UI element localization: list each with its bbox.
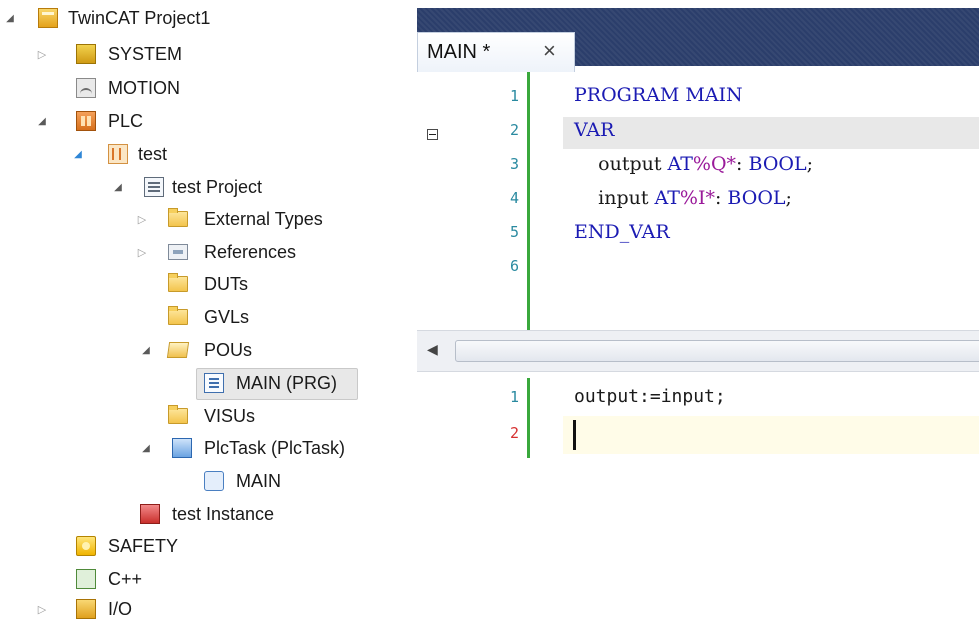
cpp-icon: [76, 569, 96, 589]
plc-icon: [76, 111, 96, 131]
collapsed-triangle-icon[interactable]: ▷: [36, 48, 48, 61]
references-icon: [168, 244, 188, 260]
program-icon: [204, 373, 224, 393]
tree-item-label: TwinCAT Project1: [68, 8, 211, 28]
system-icon: [76, 44, 96, 64]
tree-item-label: SAFETY: [108, 536, 179, 556]
tree-item-cpp[interactable]: C++: [0, 565, 400, 593]
line-number: 2: [509, 424, 519, 442]
tree-item-duts[interactable]: DUTs: [0, 270, 400, 298]
line-number: 4: [509, 189, 519, 207]
line-number: 1: [509, 87, 519, 105]
folder-icon: [168, 405, 188, 424]
line-number: 6: [509, 257, 519, 275]
code-line: VAR: [574, 119, 615, 141]
code-line: input AT%I*: BOOL;: [574, 187, 792, 209]
change-marker: [527, 378, 530, 458]
tree-item-gvls[interactable]: GVLs: [0, 303, 400, 331]
tree-item-label: PlcTask (PlcTask): [204, 438, 346, 458]
tree-item-label: VISUs: [204, 406, 256, 426]
tree-item-safety[interactable]: SAFETY: [0, 532, 400, 560]
tree-item-main-prg[interactable]: MAIN (PRG): [0, 369, 400, 397]
tree-item-label: MAIN: [236, 471, 281, 491]
current-line-highlight: [563, 416, 979, 454]
task-icon: [172, 438, 192, 458]
expanded-triangle-icon[interactable]: ◢: [4, 12, 16, 24]
folder-icon: [168, 306, 188, 325]
scrollbar-thumb[interactable]: [455, 340, 979, 362]
line-number: 2: [509, 121, 519, 139]
tab-title: MAIN *: [427, 41, 491, 63]
line-number: 3: [509, 155, 519, 173]
collapsed-triangle-icon[interactable]: ▷: [136, 213, 148, 226]
current-line-highlight: [563, 117, 979, 149]
tree-item-plctask[interactable]: ◢ PlcTask (PlcTask): [0, 434, 400, 462]
folder-icon: [168, 273, 188, 292]
tree-item-pous[interactable]: ◢ POUs: [0, 336, 400, 364]
tree-item-label: External Types: [204, 209, 323, 229]
close-icon[interactable]: ×: [543, 40, 556, 62]
tree-item-twincat-project[interactable]: ◢ TwinCAT Project1: [0, 4, 400, 32]
expanded-triangle-icon[interactable]: ◢: [72, 148, 84, 160]
collapsed-triangle-icon[interactable]: ▷: [136, 246, 148, 259]
tree-item-external-types[interactable]: ▷ External Types: [0, 205, 400, 233]
tab-main[interactable]: MAIN * ×: [417, 32, 575, 72]
tree-item-task-main[interactable]: MAIN: [0, 467, 400, 495]
motion-icon: [76, 78, 96, 98]
tree-item-label: test: [138, 144, 168, 164]
declaration-pane[interactable]: 1 2 3 4 5 6 PROGRAM MAIN VAR output AT%Q…: [417, 72, 979, 330]
code-line: output AT%Q*: BOOL;: [574, 153, 813, 175]
tree-item-system[interactable]: ▷ SYSTEM: [0, 40, 400, 68]
tree-item-label: test Instance: [172, 504, 275, 524]
expanded-triangle-icon[interactable]: ◢: [140, 442, 152, 454]
line-number: 1: [509, 388, 519, 406]
expanded-triangle-icon[interactable]: ◢: [140, 344, 152, 356]
tree-item-test-project[interactable]: ◢ test Project: [0, 173, 400, 201]
tree-item-label: References: [204, 242, 297, 262]
change-marker: [527, 72, 530, 330]
expanded-triangle-icon[interactable]: ◢: [36, 115, 48, 127]
plc-project-icon: [108, 144, 128, 164]
expanded-triangle-icon[interactable]: ◢: [112, 181, 124, 193]
collapsed-triangle-icon[interactable]: ▷: [36, 603, 48, 616]
folder-open-icon: [166, 342, 190, 358]
tree-item-test[interactable]: ◢ test: [0, 140, 400, 168]
folder-icon: [168, 208, 188, 227]
tree-item-label: C++: [108, 569, 143, 589]
io-icon: [76, 599, 96, 619]
tree-item-plc[interactable]: ◢ PLC: [0, 107, 400, 135]
program-reference-icon: [204, 471, 224, 491]
code-line: PROGRAM MAIN: [574, 84, 743, 106]
tree-item-label: GVLs: [204, 307, 250, 327]
code-editor: MAIN * × 1 2 3 4 5 6 PROGRAM MAIN VAR ou…: [417, 8, 979, 458]
instance-icon: [140, 504, 160, 524]
tree-item-references[interactable]: ▷ References: [0, 238, 400, 266]
line-number: 5: [509, 223, 519, 241]
tree-item-motion[interactable]: MOTION: [0, 74, 400, 102]
solution-explorer-tree: ◢ TwinCAT Project1 ▷ SYSTEM MOTION ◢ PLC…: [0, 0, 410, 623]
tree-item-io[interactable]: ▷ I/O: [0, 595, 400, 623]
code-line: output:=input;: [574, 386, 726, 407]
tree-item-label: test Project: [172, 177, 263, 197]
tree-item-label: I/O: [108, 599, 133, 619]
tree-item-label: POUs: [204, 340, 253, 360]
code-line: END_VAR: [574, 221, 670, 243]
safety-icon: [76, 536, 96, 556]
project-file-icon: [144, 177, 164, 197]
project-icon: [38, 8, 58, 28]
tree-item-test-instance[interactable]: test Instance: [0, 500, 400, 528]
implementation-pane[interactable]: 1 2 output:=input;: [417, 372, 979, 458]
horizontal-scrollbar[interactable]: ◀: [417, 330, 979, 372]
tree-item-label: DUTs: [204, 274, 248, 294]
tree-item-label: MAIN (PRG): [236, 373, 337, 393]
tree-item-label: MOTION: [108, 78, 180, 98]
tree-item-visus[interactable]: VISUs: [0, 402, 400, 430]
tree-item-label: SYSTEM: [108, 44, 183, 64]
scroll-left-arrow-icon[interactable]: ◀: [427, 341, 438, 358]
tree-item-label: PLC: [108, 111, 144, 131]
text-caret: [573, 420, 576, 450]
fold-collapse-icon[interactable]: [427, 129, 438, 140]
